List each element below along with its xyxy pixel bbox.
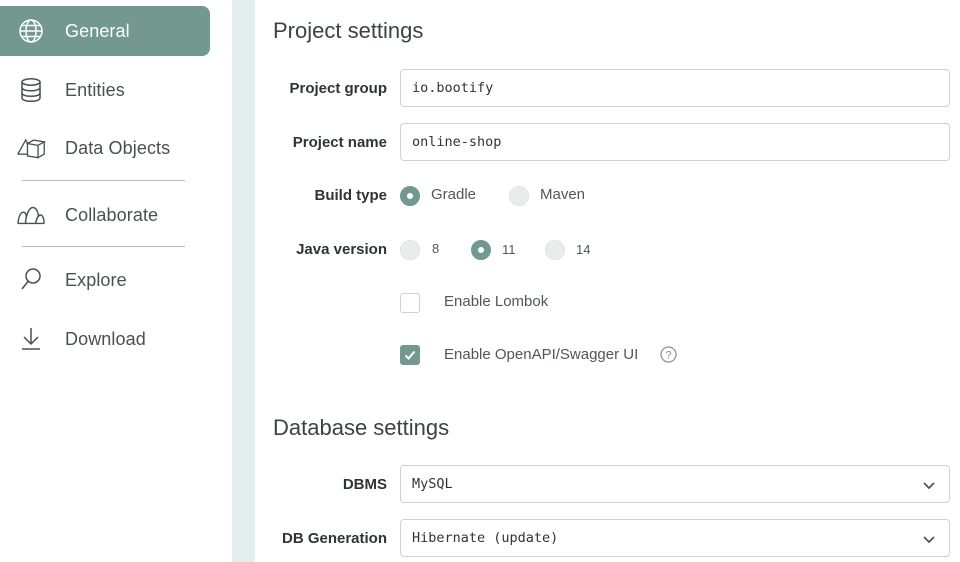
dbms-select[interactable]: MySQL xyxy=(400,465,950,503)
sidebar-divider xyxy=(22,246,185,247)
db-generation-value: Hibernate (update) xyxy=(412,530,559,546)
sidebar-item-label: Explore xyxy=(65,269,127,290)
db-generation-label: DB Generation xyxy=(281,530,387,547)
java-version-label: Java version xyxy=(296,241,387,258)
chevron-down-icon xyxy=(923,536,935,544)
globe-icon xyxy=(16,16,46,46)
dbms-label: DBMS xyxy=(342,476,387,493)
data-objects-icon xyxy=(16,133,46,163)
chevron-down-icon xyxy=(923,482,935,490)
build-type-maven-radio[interactable] xyxy=(509,186,529,206)
sidebar-item-label: General xyxy=(65,20,130,41)
sidebar-item-label: Download xyxy=(65,328,146,349)
project-group-label: Project group xyxy=(289,80,387,97)
enable-openapi-checkbox[interactable] xyxy=(400,345,420,365)
project-group-value: io.bootify xyxy=(412,80,494,96)
collaborate-icon xyxy=(16,200,46,230)
db-generation-select[interactable]: Hibernate (update) xyxy=(400,519,950,557)
build-type-label: Build type xyxy=(314,187,387,204)
build-type-gradle-radio[interactable] xyxy=(400,186,420,206)
sidebar-item-collaborate[interactable]: Collaborate xyxy=(0,190,210,240)
java-version-14-label: 14 xyxy=(576,242,591,257)
sidebar-item-data-objects[interactable]: Data Objects xyxy=(0,123,210,173)
sidebar-separator-strip xyxy=(232,0,255,562)
search-icon xyxy=(16,265,46,295)
svg-text:?: ? xyxy=(665,350,671,362)
sidebar-item-general[interactable]: General xyxy=(0,6,210,56)
project-name-input[interactable]: online-shop xyxy=(400,123,950,161)
enable-lombok-label: Enable Lombok xyxy=(444,293,549,310)
java-version-8-radio[interactable] xyxy=(400,240,420,260)
java-version-11-radio[interactable] xyxy=(471,240,491,260)
build-type-maven-label: Maven xyxy=(540,186,586,203)
project-name-label: Project name xyxy=(292,134,387,151)
project-name-value: online-shop xyxy=(412,134,502,150)
dbms-value: MySQL xyxy=(412,476,453,492)
sidebar-item-entities[interactable]: Entities xyxy=(0,65,210,115)
sidebar-divider xyxy=(22,180,185,181)
java-version-11-label: 11 xyxy=(502,242,516,257)
database-settings-title: Database settings xyxy=(273,415,450,440)
sidebar: General Entities Data Objects Collaborat… xyxy=(0,0,232,562)
java-version-8-label: 8 xyxy=(432,241,440,256)
java-version-14-radio[interactable] xyxy=(545,240,565,260)
help-icon[interactable]: ? xyxy=(660,346,677,363)
sidebar-item-label: Data Objects xyxy=(65,137,171,158)
database-icon xyxy=(16,75,46,105)
sidebar-item-explore[interactable]: Explore xyxy=(0,255,210,305)
sidebar-item-label: Entities xyxy=(65,79,125,100)
enable-lombok-checkbox[interactable] xyxy=(400,293,420,313)
sidebar-item-download[interactable]: Download xyxy=(0,314,210,364)
build-type-gradle-label: Gradle xyxy=(431,186,477,203)
download-icon xyxy=(16,324,46,354)
main-content: Project settings Project group io.bootif… xyxy=(255,0,960,562)
project-group-input[interactable]: io.bootify xyxy=(400,69,950,107)
checkmark-icon xyxy=(404,350,416,360)
project-settings-title: Project settings xyxy=(273,18,424,43)
enable-openapi-label: Enable OpenAPI/Swagger UI xyxy=(444,346,639,363)
sidebar-item-label: Collaborate xyxy=(65,204,159,225)
